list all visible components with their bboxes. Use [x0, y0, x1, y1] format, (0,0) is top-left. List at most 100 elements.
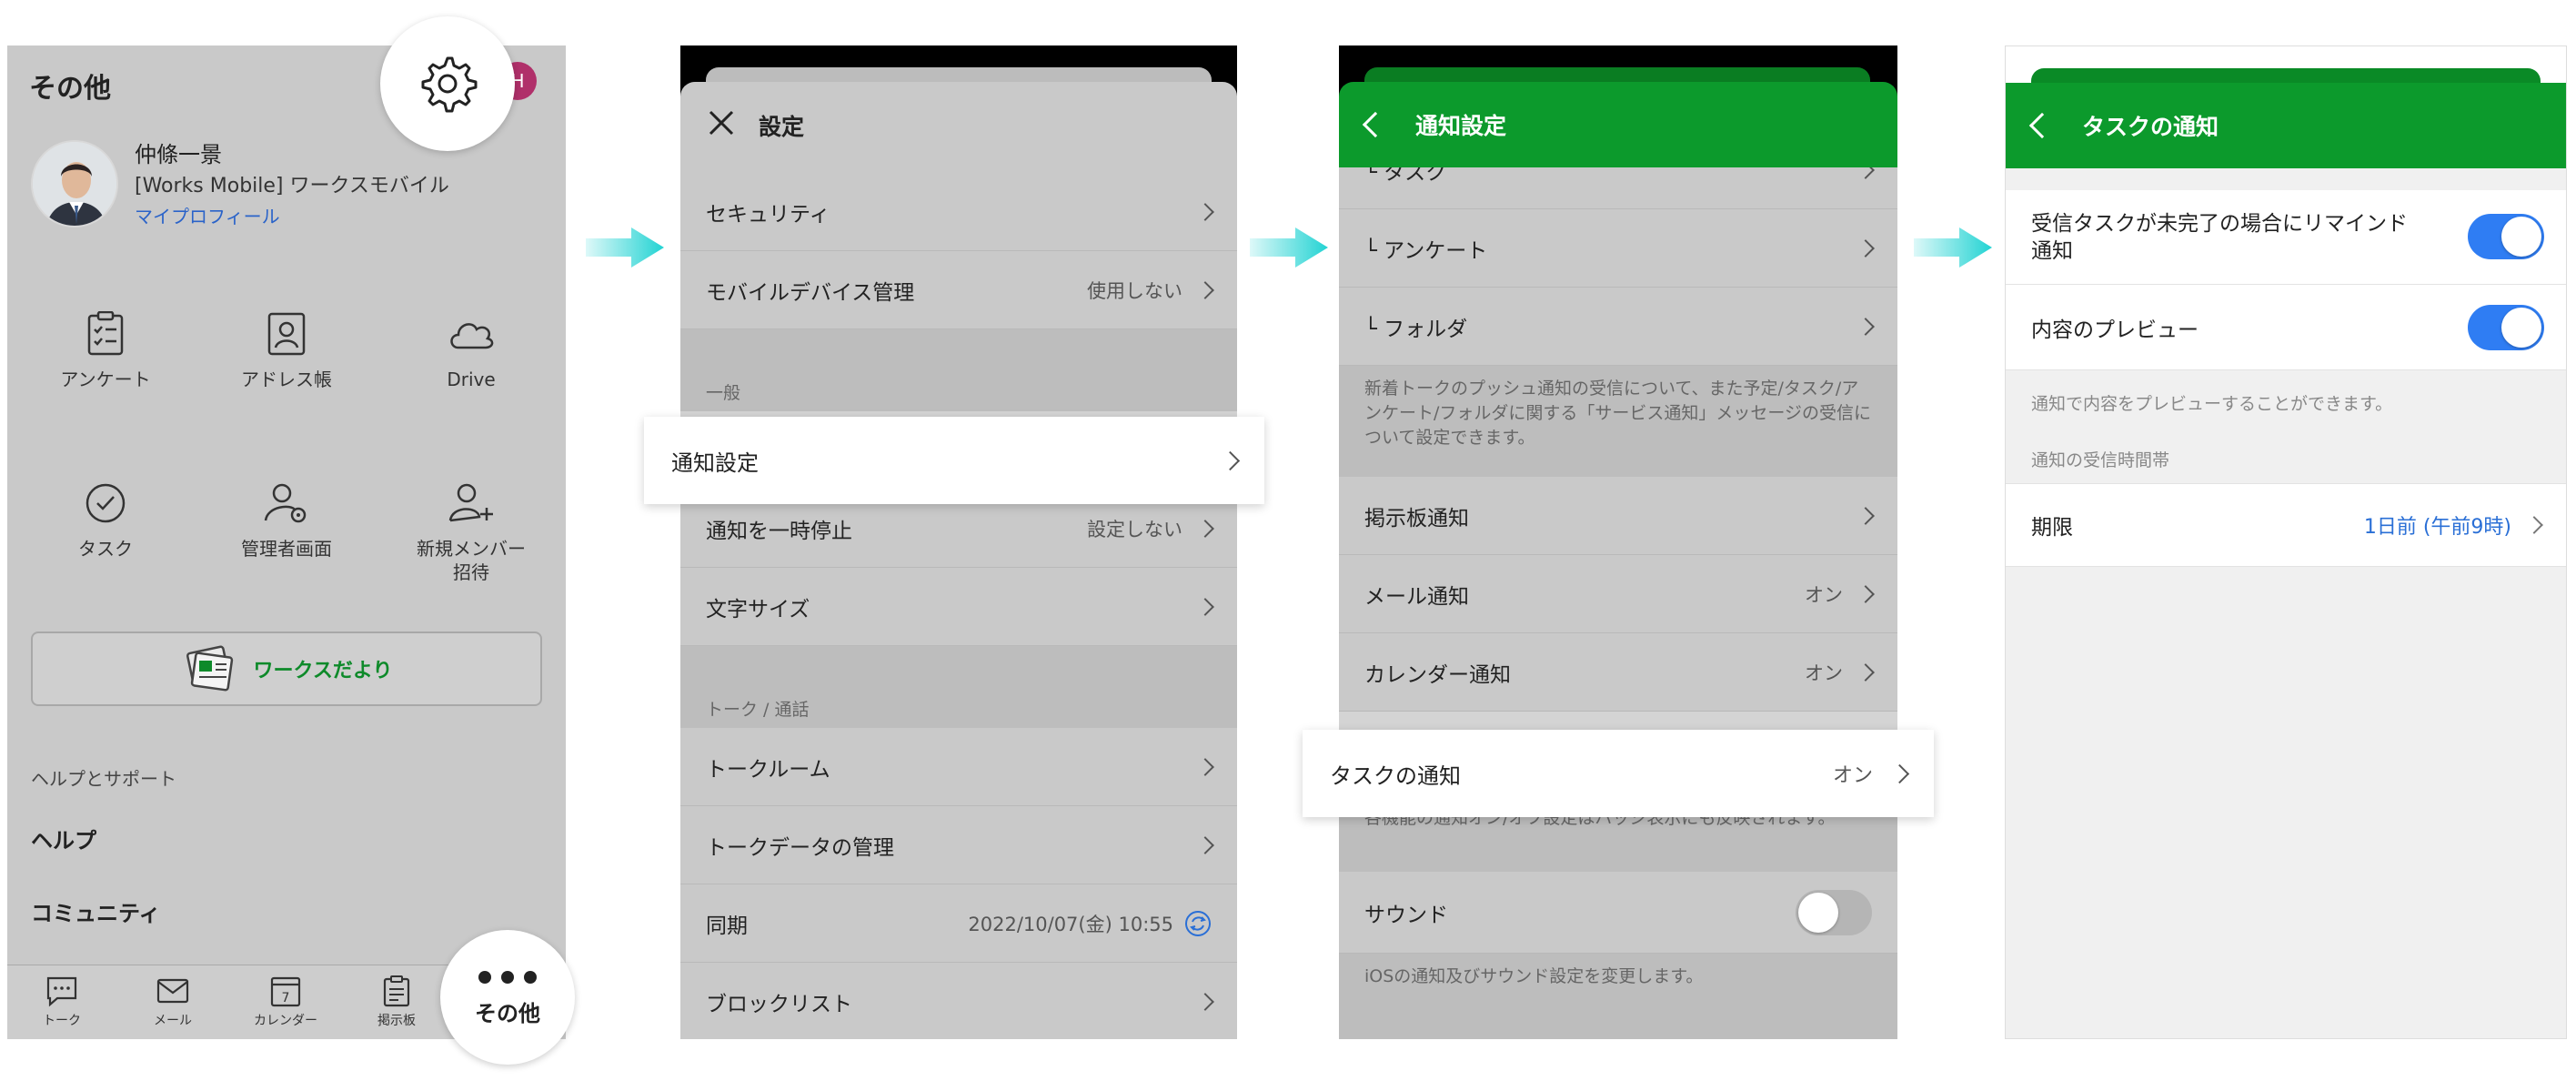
flow-arrow-icon [1250, 227, 1328, 268]
page-title: その他 [29, 73, 111, 105]
chevron-right-icon [1196, 835, 1214, 854]
grid-item-task[interactable]: タスク [15, 480, 196, 561]
cloud-icon [450, 323, 494, 349]
tab-calendar[interactable]: 7 カレンダー [249, 975, 322, 1029]
chevron-right-icon [1196, 757, 1214, 776]
preview-toggle[interactable] [2468, 305, 2544, 350]
back-chevron-icon[interactable] [1362, 111, 1389, 138]
tab-more-label: その他 [475, 1000, 540, 1026]
row-deadline[interactable]: 期限 1日前 (午前9時) [2006, 483, 2566, 567]
row-font-size[interactable]: 文字サイズ [680, 568, 1237, 646]
newspaper-icon [186, 645, 233, 692]
chevron-right-icon [1196, 597, 1214, 616]
section-header-talk: トーク / 通話 [680, 646, 1237, 728]
toggle-knob [2501, 308, 2541, 348]
row-calendar-notification[interactable]: カレンダー通知 オン [1339, 633, 1897, 712]
row-label: 同期 [706, 914, 748, 938]
notification-header: 通知設定 [1339, 82, 1897, 167]
settings-screen: 設定 セキュリティ モバイルデバイス管理 使用しない 一般 通知を一時停止 設定… [680, 45, 1237, 1039]
svg-text:7: 7 [282, 991, 290, 1005]
grid-item-admin[interactable]: 管理者画面 [196, 480, 377, 561]
help-link[interactable]: ヘルプ [31, 823, 96, 854]
row-block-list[interactable]: ブロックリスト [680, 963, 1237, 1039]
chevron-right-icon [1857, 662, 1875, 682]
grid-item-address-book[interactable]: アドレス帳 [196, 311, 377, 391]
row-label: カレンダー通知 [1364, 662, 1511, 687]
chevron-right-icon [1196, 280, 1214, 299]
close-button[interactable] [708, 109, 735, 136]
survey-icon [87, 311, 124, 356]
toggle-knob [1798, 893, 1838, 933]
help-section-header: ヘルプとサポート [31, 768, 176, 790]
row-talk-room[interactable]: トークルーム [680, 728, 1237, 806]
grid-item-drive[interactable]: Drive [380, 311, 562, 391]
chat-icon [46, 976, 77, 1007]
row-label: 掲示板通知 [1364, 506, 1469, 530]
grid-item-invite-member[interactable]: 新規メンバー 招待 [380, 480, 562, 584]
my-profile-link[interactable]: マイプロフィール [135, 202, 280, 228]
settings-sheet: 設定 セキュリティ モバイルデバイス管理 使用しない 一般 通知を一時停止 設定… [680, 82, 1237, 1039]
deadline-value: 1日前 (午前9時) [2363, 516, 2511, 539]
row-security[interactable]: セキュリティ [680, 173, 1237, 251]
tab-talk[interactable]: トーク [25, 975, 98, 1029]
reminder-toggle[interactable] [2468, 214, 2544, 259]
page-title: 設定 [759, 114, 805, 140]
row-board-notification[interactable]: 掲示板通知 [1339, 477, 1897, 555]
reminder-label: 受信タスクが未完了の場合にリマインド 通知 [2031, 211, 2408, 263]
row-label: サウンド [1364, 903, 1448, 927]
highlight-notification-settings[interactable]: 通知設定 [644, 417, 1264, 504]
page-title: タスクの通知 [2082, 114, 2219, 140]
works-news-label: ワークスだより [253, 660, 393, 682]
back-chevron-icon[interactable] [2028, 112, 2056, 139]
chevron-right-icon [1857, 584, 1875, 603]
grid-label: Drive [447, 369, 496, 390]
more-screen: その他 H 仲條一景 [Works Mobile] ワークスモバイル マイプロフ… [7, 45, 566, 1039]
community-link[interactable]: コミュニティ [31, 895, 161, 927]
mail-icon [156, 978, 189, 1004]
tab-mail[interactable]: メール [136, 975, 209, 1029]
row-sync[interactable]: 同期 2022/10/07(金) 10:55 [680, 884, 1237, 963]
tab-more-callout[interactable]: その他 [440, 930, 575, 1065]
close-icon [709, 110, 734, 136]
profile-photo[interactable] [31, 140, 118, 227]
row-mail-notification[interactable]: メール通知 オン [1339, 555, 1897, 633]
tab-board[interactable]: 掲示板 [360, 975, 433, 1029]
row-label: └ アンケート [1364, 238, 1488, 263]
tab-label: トーク [43, 1014, 81, 1028]
sync-icon[interactable] [1184, 910, 1212, 937]
person-photo-icon [33, 142, 116, 226]
row-sub-folder[interactable]: └ フォルダ [1339, 288, 1897, 366]
chevron-right-icon [1196, 992, 1214, 1011]
grid-item-survey[interactable]: アンケート [15, 311, 196, 391]
profile-organization: [Works Mobile] ワークスモバイル [135, 175, 449, 197]
highlight-task-notification[interactable]: タスクの通知 オン [1303, 730, 1934, 817]
page-title: 通知設定 [1415, 113, 1507, 139]
ios-note: iOSの通知及びサウンド設定を変更します。 [1339, 954, 1897, 1039]
admin-icon [264, 483, 307, 523]
row-label: ブロックリスト [706, 992, 852, 1016]
more-dots-icon [478, 970, 537, 984]
notification-settings-screen: └ タスク └ アンケート └ フォルダ 新着トークのプッシュ通知の受信について… [1339, 45, 1897, 1039]
section-header-general: 一般 [680, 329, 1237, 411]
tab-label: カレンダー [254, 1014, 317, 1028]
spacer [2006, 168, 2566, 190]
chevron-right-icon [1196, 519, 1214, 538]
grid-label: 管理者画面 [241, 538, 332, 560]
works-news-button[interactable]: ワークスだより [31, 631, 542, 706]
row-talk-data[interactable]: トークデータの管理 [680, 806, 1237, 884]
row-label: セキュリティ [706, 202, 830, 227]
row-label: トークルーム [706, 757, 830, 782]
grid-label: アドレス帳 [241, 369, 332, 390]
sound-toggle[interactable] [1796, 890, 1872, 935]
row-value: 設定しない [1087, 518, 1182, 540]
settings-gear-callout[interactable] [380, 16, 515, 151]
row-mobile-device[interactable]: モバイルデバイス管理 使用しない [680, 251, 1237, 329]
row-sub-survey[interactable]: └ アンケート [1339, 209, 1897, 288]
row-label: 通知を一時停止 [706, 519, 852, 543]
tab-label: 掲示板 [377, 1014, 416, 1028]
highlight-label: 通知設定 [671, 450, 759, 476]
flow-arrow-icon [586, 227, 664, 268]
task-notification-screen: タスクの通知 受信タスクが未完了の場合にリマインド 通知 内容のプレビュー 通知… [2005, 45, 2567, 1039]
chevron-right-icon [1220, 450, 1241, 470]
task-check-icon [86, 483, 126, 523]
